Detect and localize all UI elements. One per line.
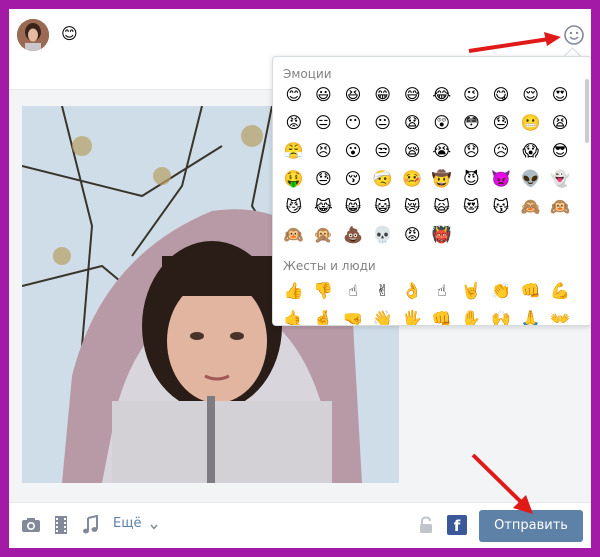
emoji-item[interactable]: 💀: [368, 221, 398, 249]
emoji-item[interactable]: 😂: [427, 81, 457, 109]
emoji-item[interactable]: 😁: [368, 81, 398, 109]
emoji-item[interactable]: 🙉: [545, 193, 575, 221]
emoji-item[interactable]: 😶: [338, 109, 368, 137]
emoji-item[interactable]: 💪: [545, 277, 575, 305]
emoji-item[interactable]: 😱: [516, 137, 546, 165]
facebook-share-icon[interactable]: f: [447, 515, 467, 535]
emoji-item[interactable]: 🙈: [516, 193, 546, 221]
video-icon[interactable]: [51, 515, 71, 535]
emoji-item[interactable]: ✌: [368, 277, 398, 305]
emoji-item[interactable]: 🙊: [309, 221, 339, 249]
section-title-gestures: Жесты и люди: [283, 259, 376, 273]
emoji-item[interactable]: 👍: [279, 277, 309, 305]
emoji-item[interactable]: 😿: [397, 193, 427, 221]
emoji-item[interactable]: 😳: [457, 109, 487, 137]
emoji-item[interactable]: 🤕: [368, 165, 398, 193]
emoji-item[interactable]: 😈: [457, 165, 487, 193]
emoji-item[interactable]: 😃: [309, 81, 339, 109]
emoji-item[interactable]: 😡: [279, 109, 309, 137]
music-icon[interactable]: [81, 514, 101, 535]
emoji-item[interactable]: 😧: [397, 109, 427, 137]
emoji-item[interactable]: 😫: [545, 109, 575, 137]
emoji-item[interactable]: 😓: [309, 165, 339, 193]
emoji-item[interactable]: 😻: [457, 193, 487, 221]
emoji-item[interactable]: 😎: [545, 137, 575, 165]
emoji-item[interactable]: 😞: [457, 137, 487, 165]
emoji-item[interactable]: 💩: [338, 221, 368, 249]
emoji-item[interactable]: 👊: [516, 277, 546, 305]
chevron-down-icon: [150, 520, 158, 530]
emoji-item[interactable]: 😡: [397, 221, 427, 249]
emoji-item[interactable]: 👿: [486, 165, 516, 193]
emoji-item[interactable]: ☝: [338, 277, 368, 305]
emoji-grid-emotions: 😊 😃 😆 😁 😅 😂 😉 😋 😌 😍 😡 😑 😶 😐 😧 😲 😳 😓 😬 😫 😤 😣 😮 😒 😪 😭 😞 😥 😱 😎 🤑 😓 😚 🤕 🤒 🤠 😈 👿 👽 👻…: [279, 81, 575, 249]
section-title-emotions: Эмоции: [283, 67, 332, 81]
emoji-item[interactable]: 🙏: [516, 305, 546, 326]
annotation-arrow-top: [468, 32, 561, 53]
emoji-item[interactable]: 👏: [486, 277, 516, 305]
camera-icon[interactable]: [21, 515, 41, 535]
emoji-item[interactable]: 😽: [486, 193, 516, 221]
emoji-item[interactable]: 😣: [309, 137, 339, 165]
lock-icon[interactable]: [419, 516, 433, 538]
emoji-item[interactable]: 🙀: [427, 193, 457, 221]
emoji-item[interactable]: 🤠: [427, 165, 457, 193]
more-label: Ещё: [113, 516, 142, 531]
emoji-item[interactable]: 😹: [309, 193, 339, 221]
emoji-item[interactable]: 😥: [486, 137, 516, 165]
emoji-grid-gestures: 👍 👎 ☝ ✌ 👌 ☝ 🤘 👏 👊 💪 🤙 🤞 🤜 👋 🖐 👊 ✋ 🙌 🙏 👐: [279, 277, 575, 326]
emoji-item[interactable]: 😍: [545, 81, 575, 109]
emoji-item[interactable]: 🤘: [457, 277, 487, 305]
emoji-item[interactable]: 👻: [545, 165, 575, 193]
emoji-item[interactable]: 👎: [309, 277, 339, 305]
emoji-item[interactable]: 😮: [338, 137, 368, 165]
emoji-item[interactable]: 😤: [279, 137, 309, 165]
emoji-item[interactable]: 😼: [279, 193, 309, 221]
emoji-item[interactable]: 🙌: [486, 305, 516, 326]
avatar: [17, 19, 49, 51]
emoji-item[interactable]: 🙉: [279, 221, 309, 249]
emoji-item[interactable]: 😒: [368, 137, 398, 165]
emoji-item[interactable]: ✋: [457, 305, 487, 326]
emoji-item[interactable]: 😆: [338, 81, 368, 109]
emoji-panel: Эмоции 😊 😃 😆 😁 😅 😂 😉 😋 😌 😍 😡 😑 😶 😐 😧 😲 😳 😓 😬 😫 😤 😣 😮 😒 😪 😭 😞 😥 😱 😎 🤑 😓 😚…: [272, 56, 591, 326]
emoji-item[interactable]: 😭: [427, 137, 457, 165]
emoji-item[interactable]: 👽: [516, 165, 546, 193]
emoji-panel-scrollbar[interactable]: [585, 79, 589, 143]
emoji-item[interactable]: 😓: [486, 109, 516, 137]
emoji-item[interactable]: 😐: [368, 109, 398, 137]
emoji-item[interactable]: 👋: [368, 305, 398, 326]
emoji-item[interactable]: 😊: [279, 81, 309, 109]
emoji-item[interactable]: 😑: [309, 109, 339, 137]
emoji-item[interactable]: 😪: [397, 137, 427, 165]
emoji-item[interactable]: 😅: [397, 81, 427, 109]
emoji-item[interactable]: 👊: [427, 305, 457, 326]
emoji-item[interactable]: 😬: [516, 109, 546, 137]
inline-emoji: 😊: [61, 24, 78, 43]
emoji-item[interactable]: 😌: [516, 81, 546, 109]
emoji-item[interactable]: 🤑: [279, 165, 309, 193]
emoji-item[interactable]: 🤜: [338, 305, 368, 326]
annotation-arrow-bottom: [471, 453, 533, 514]
emoji-item[interactable]: 🤒: [397, 165, 427, 193]
emoji-item[interactable]: 👌: [397, 277, 427, 305]
emoji-item[interactable]: 😸: [338, 193, 368, 221]
smile-outline-icon: [564, 25, 584, 45]
post-composer: 😊 Ещё f Отправить Эмоции 😊 😃 😆 😁 😅 😂 😉 😋…: [9, 9, 591, 548]
emoji-item[interactable]: ☝: [427, 277, 457, 305]
emoji-item[interactable]: 😺: [368, 193, 398, 221]
emoji-item[interactable]: 😲: [427, 109, 457, 137]
emoji-item[interactable]: 👐: [545, 305, 575, 326]
emoji-item[interactable]: 😉: [457, 81, 487, 109]
screenshot-frame: 😊 Ещё f Отправить Эмоции 😊 😃 😆 😁 😅 😂 😉 😋…: [0, 0, 600, 557]
emoji-item[interactable]: 😚: [338, 165, 368, 193]
emoji-item[interactable]: 🤙: [279, 305, 309, 326]
emoji-item[interactable]: 😋: [486, 81, 516, 109]
more-menu[interactable]: Ещё: [113, 516, 158, 531]
emoji-toggle-button[interactable]: [563, 24, 585, 46]
emoji-item[interactable]: 🤞: [309, 305, 339, 326]
emoji-item[interactable]: 👹: [427, 221, 457, 249]
emoji-item[interactable]: 🖐: [397, 305, 427, 326]
